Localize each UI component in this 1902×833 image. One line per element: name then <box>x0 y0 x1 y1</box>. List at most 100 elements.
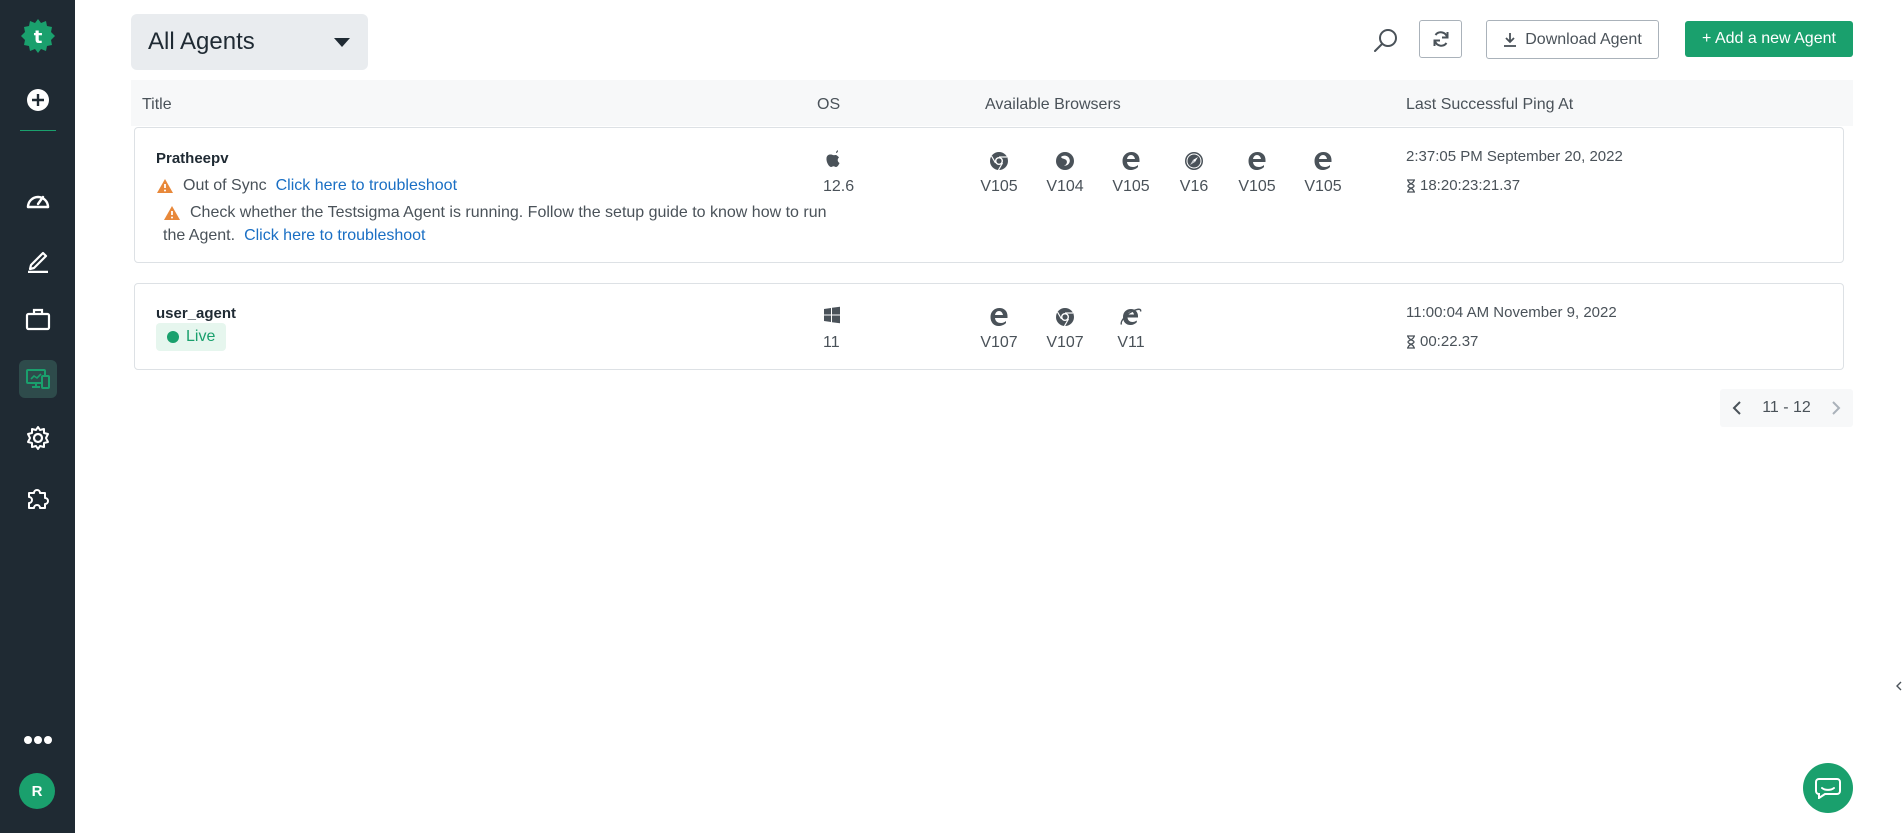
edge-icon <box>1122 152 1140 170</box>
sidebar-item-test-plans[interactable] <box>0 297 75 341</box>
edge-icon <box>1314 152 1332 170</box>
browser-item: V107 <box>1040 306 1090 352</box>
chat-bubble-icon <box>1815 778 1841 799</box>
agent-name: Pratheepv <box>156 150 229 167</box>
pagination: 11 - 12 <box>1720 389 1853 427</box>
search-icon <box>1374 29 1397 52</box>
svg-text:t: t <box>33 27 42 48</box>
filter-label: All Agents <box>148 28 255 55</box>
live-dot-icon <box>167 331 179 343</box>
gear-icon <box>26 426 49 450</box>
chrome-icon <box>1056 308 1074 327</box>
chevron-left-icon <box>1732 401 1741 415</box>
pencil-icon <box>27 251 48 273</box>
browser-version: V104 <box>1046 178 1084 195</box>
column-header-title: Title <box>142 96 172 113</box>
os-version: 12.6 <box>823 178 855 195</box>
warning-troubleshoot-link[interactable]: Click here to troubleshoot <box>244 227 425 245</box>
status-badge: Live <box>156 323 227 351</box>
sidebar-item-dashboard[interactable] <box>0 178 75 222</box>
plus-circle-icon <box>26 89 49 111</box>
more-button[interactable] <box>0 718 75 762</box>
warning-message-continued: the Agent. Click here to troubleshoot <box>163 227 426 245</box>
add-agent-label: + Add a new Agent <box>1702 30 1836 47</box>
sidebar-divider <box>20 130 56 131</box>
avatar[interactable]: R <box>19 773 55 809</box>
edge-icon <box>990 308 1008 326</box>
caret-down-icon <box>334 38 350 47</box>
troubleshoot-link[interactable]: Click here to troubleshoot <box>276 177 457 195</box>
download-icon <box>1504 32 1517 47</box>
testsigma-logo-icon: t <box>20 19 55 53</box>
browser-item: V11 <box>1106 306 1156 352</box>
speedometer-icon <box>26 195 49 209</box>
windows-icon <box>824 306 840 324</box>
prev-page-button[interactable] <box>1732 400 1742 416</box>
column-header-ping: Last Successful Ping At <box>1406 96 1574 113</box>
chevron-right-icon <box>1832 401 1841 415</box>
search-button[interactable] <box>1372 27 1400 55</box>
ping-duration-value: 18:20:23:21.37 <box>1420 177 1521 194</box>
browser-version: V105 <box>1112 178 1150 195</box>
warning-icon <box>164 206 180 220</box>
agent-status: Out of Sync Click here to troubleshoot <box>156 177 457 195</box>
chevron-left-icon <box>1896 681 1902 691</box>
ellipsis-icon <box>23 736 52 744</box>
hourglass-icon <box>1407 334 1415 349</box>
sidebar-item-agents[interactable] <box>0 357 75 401</box>
internet-explorer-icon <box>1120 308 1142 325</box>
sidebar: t R <box>0 0 75 833</box>
apple-icon <box>826 150 840 167</box>
active-highlight <box>18 360 57 398</box>
browser-version: V105 <box>1304 178 1342 195</box>
devices-icon <box>25 369 50 389</box>
hourglass-icon <box>1407 178 1415 193</box>
download-agent-button[interactable]: Download Agent <box>1486 20 1659 59</box>
browser-item: V105 <box>974 150 1024 196</box>
status-text: Live <box>186 328 216 345</box>
refresh-icon <box>1433 31 1448 47</box>
sidebar-item-settings[interactable] <box>0 416 75 460</box>
browser-version: V107 <box>1046 334 1084 351</box>
ping-duration: 18:20:23:21.37 <box>1406 177 1520 194</box>
browser-item: V105 <box>1298 150 1348 196</box>
collapse-panel-button[interactable] <box>1896 678 1902 694</box>
create-button[interactable] <box>0 78 75 122</box>
warning-icon <box>157 179 173 193</box>
agents-filter-select[interactable]: All Agents <box>131 14 368 70</box>
agent-name: user_agent <box>156 305 237 322</box>
browser-item: V107 <box>974 306 1024 352</box>
download-agent-label: Download Agent <box>1525 30 1642 48</box>
browser-item: V16 <box>1169 150 1219 196</box>
edge-icon <box>1248 152 1266 170</box>
next-page-button[interactable] <box>1831 400 1841 416</box>
page-range: 11 - 12 <box>1762 399 1811 416</box>
warning-text: Check whether the Testsigma Agent is run… <box>190 204 827 221</box>
column-header-os: OS <box>817 96 841 113</box>
browser-version: V16 <box>1179 178 1209 195</box>
puzzle-icon <box>27 489 49 509</box>
warning-message: Check whether the Testsigma Agent is run… <box>163 204 827 222</box>
logo[interactable]: t <box>0 14 75 58</box>
sidebar-item-test-development[interactable] <box>0 238 75 282</box>
refresh-button[interactable] <box>1419 20 1462 58</box>
status-text: Out of Sync <box>183 177 267 194</box>
browser-item: V105 <box>1106 150 1156 196</box>
add-agent-button[interactable]: + Add a new Agent <box>1685 21 1853 57</box>
browser-version: V105 <box>1238 178 1276 195</box>
os-version: 11 <box>823 334 840 351</box>
column-header-browsers: Available Browsers <box>985 96 1121 113</box>
browser-version: V11 <box>1117 334 1145 351</box>
last-ping-date: 2:37:05 PM September 20, 2022 <box>1406 148 1623 165</box>
last-ping-date: 11:00:04 AM November 9, 2022 <box>1406 304 1617 321</box>
warning-text-continued: the Agent. <box>163 227 236 244</box>
browser-item: V104 <box>1040 150 1090 196</box>
briefcase-icon <box>25 308 50 331</box>
browser-version: V105 <box>980 178 1018 195</box>
table-row[interactable]: Pratheepv Out of Sync Click here to trou… <box>134 127 1844 263</box>
sidebar-item-addons[interactable] <box>0 476 75 520</box>
chat-button[interactable] <box>1803 763 1853 813</box>
ping-duration: 00:22.37 <box>1406 333 1478 350</box>
browser-item: V105 <box>1232 150 1282 196</box>
table-row[interactable]: user_agent Live 11 V107 V107 V11 11:00:0… <box>134 283 1844 370</box>
